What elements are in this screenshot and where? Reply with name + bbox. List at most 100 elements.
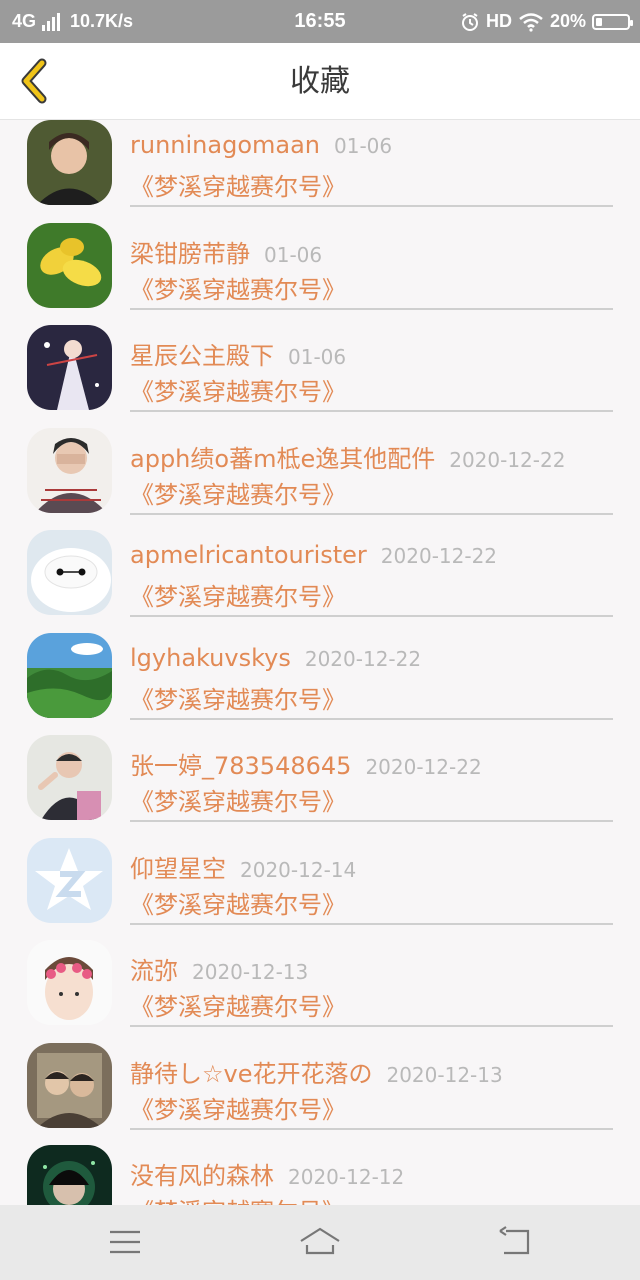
collected-title[interactable]: 《梦溪穿越赛尔号》 — [130, 782, 346, 817]
item-header: apmelricantourister 2020-12-22 — [130, 541, 497, 569]
username[interactable]: 没有风的森林 — [130, 1162, 274, 1190]
divider — [130, 820, 613, 822]
item-header: lgyhakuvskys 2020-12-22 — [130, 644, 421, 672]
back-icon — [499, 1226, 530, 1255]
item-header: 没有风的森林 2020-12-12 — [130, 1156, 404, 1191]
item-header: 梁钳膀芾静 01-06 — [130, 234, 322, 269]
status-bar: 4G 10.7K/s 16:55 HD 20% — [0, 0, 640, 43]
list-item[interactable]: lgyhakuvskys 2020-12-22 《梦溪穿越赛尔号》 — [0, 632, 640, 736]
favorites-list[interactable]: runninagomaan 01-06 《梦溪穿越赛尔号》 梁钳膀芾静 01-06 … — [0, 120, 640, 1205]
username[interactable]: apmelricantourister — [130, 541, 367, 569]
list-item[interactable]: apmelricantourister 2020-12-22 《梦溪穿越赛尔号》 — [0, 530, 640, 633]
divider — [130, 615, 613, 617]
username[interactable]: runninagomaan — [130, 131, 320, 159]
username[interactable]: 流弥 — [130, 957, 178, 985]
post-date: 2020-12-22 — [365, 755, 482, 779]
user-avatar[interactable] — [27, 120, 112, 205]
divider — [130, 205, 613, 207]
list-item[interactable]: 仰望星空 2020-12-14 《梦溪穿越赛尔号》 — [0, 837, 640, 941]
divider — [130, 717, 613, 720]
post-date: 01-06 — [264, 242, 323, 267]
collected-title[interactable]: 《梦溪穿越赛尔号》 — [130, 885, 346, 920]
wifi-icon — [519, 12, 543, 32]
avatar-image — [27, 120, 112, 205]
divider — [130, 307, 613, 310]
username[interactable]: 仰望星空 — [130, 855, 226, 883]
list-item[interactable]: runninagomaan 01-06 《梦溪穿越赛尔号》 — [0, 120, 640, 223]
avatar-image — [27, 837, 112, 923]
avatar-image — [27, 632, 112, 718]
list-item[interactable]: 没有风的森林 2020-12-12 《梦溪穿越赛尔号》 — [0, 1145, 640, 1205]
avatar-image — [27, 530, 112, 615]
avatar-image — [27, 735, 112, 820]
avatar-image — [27, 427, 112, 513]
user-avatar[interactable] — [27, 1042, 112, 1128]
header: 收藏 — [0, 43, 640, 120]
collected-title[interactable]: 《梦溪穿越赛尔号》 — [130, 475, 346, 510]
avatar-image — [27, 940, 112, 1025]
item-header: 张一婷_783548645 2020-12-22 — [130, 746, 482, 781]
collected-title[interactable]: 《梦溪穿越赛尔号》 — [130, 1192, 346, 1205]
user-avatar[interactable] — [27, 427, 112, 513]
username[interactable]: 梁钳膀芾静 — [130, 240, 250, 268]
menu-button[interactable] — [100, 1219, 150, 1265]
username[interactable]: apph绩o蕃m柢e逸其他配件 — [130, 445, 435, 473]
page-title: 收藏 — [290, 64, 350, 99]
list-item[interactable]: 星辰公主殿下 01-06 《梦溪穿越赛尔号》 — [0, 325, 640, 428]
divider — [130, 1025, 613, 1027]
avatar-image — [27, 1042, 112, 1128]
item-header: 仰望星空 2020-12-14 — [130, 849, 356, 884]
user-avatar[interactable] — [27, 222, 112, 308]
list-item[interactable]: 张一婷_783548645 2020-12-22 《梦溪穿越赛尔号》 — [0, 735, 640, 838]
collected-title[interactable]: 《梦溪穿越赛尔号》 — [130, 577, 346, 612]
item-header: 静待し☆ve花开花落の 2020-12-13 — [130, 1054, 503, 1089]
user-avatar[interactable] — [27, 530, 112, 615]
status-right: HD 20% — [460, 0, 633, 43]
user-avatar[interactable] — [27, 325, 112, 410]
post-date: 2020-12-12 — [288, 1165, 405, 1189]
user-avatar[interactable] — [27, 735, 112, 820]
username[interactable]: lgyhakuvskys — [130, 644, 291, 672]
item-header: runninagomaan 01-06 — [130, 131, 392, 159]
user-avatar[interactable] — [27, 632, 112, 718]
post-date: 2020-12-14 — [240, 857, 357, 882]
battery-percent: 20% — [549, 11, 586, 31]
item-header: 流弥 2020-12-13 — [130, 951, 308, 986]
system-nav-bar — [0, 1205, 640, 1280]
menu-icon — [110, 1230, 140, 1254]
collected-title[interactable]: 《梦溪穿越赛尔号》 — [130, 270, 346, 305]
item-header: apph绩o蕃m柢e逸其他配件 2020-12-22 — [130, 439, 565, 474]
post-date: 2020-12-13 — [192, 960, 309, 984]
user-avatar[interactable] — [27, 940, 112, 1025]
post-date: 2020-12-22 — [380, 544, 498, 568]
avatar-image — [27, 1145, 112, 1205]
user-avatar[interactable] — [27, 837, 112, 923]
hd-badge: HD — [485, 11, 512, 31]
collected-title[interactable]: 《梦溪穿越赛尔号》 — [130, 1090, 346, 1125]
list-item[interactable]: 静待し☆ve花开花落の 2020-12-13 《梦溪穿越赛尔号》 — [0, 1042, 640, 1146]
post-date: 2020-12-22 — [304, 646, 422, 671]
username[interactable]: 张一婷_783548645 — [130, 752, 351, 780]
home-icon — [300, 1227, 340, 1255]
collected-title[interactable]: 《梦溪穿越赛尔号》 — [130, 167, 346, 202]
username[interactable]: 静待し☆ve花开花落の — [130, 1060, 372, 1088]
collected-title[interactable]: 《梦溪穿越赛尔号》 — [130, 987, 346, 1022]
post-date: 2020-12-22 — [449, 447, 566, 472]
alarm-icon — [461, 12, 478, 31]
collected-title[interactable]: 《梦溪穿越赛尔号》 — [130, 680, 346, 715]
list-item[interactable]: apph绩o蕃m柢e逸其他配件 2020-12-22 《梦溪穿越赛尔号》 — [0, 427, 640, 531]
username[interactable]: 星辰公主殿下 — [130, 342, 274, 370]
user-avatar[interactable] — [27, 1145, 112, 1205]
back-nav-button[interactable] — [490, 1219, 540, 1265]
avatar-image — [27, 325, 112, 410]
battery-icon — [592, 13, 633, 30]
divider — [130, 410, 613, 412]
divider — [130, 1127, 613, 1130]
divider — [130, 512, 613, 515]
list-item[interactable]: 梁钳膀芾静 01-06 《梦溪穿越赛尔号》 — [0, 222, 640, 326]
list-item[interactable]: 流弥 2020-12-13 《梦溪穿越赛尔号》 — [0, 940, 640, 1043]
collected-title[interactable]: 《梦溪穿越赛尔号》 — [130, 372, 346, 407]
post-date: 01-06 — [288, 345, 347, 369]
post-date: 01-06 — [334, 134, 393, 158]
home-button[interactable] — [295, 1219, 345, 1265]
